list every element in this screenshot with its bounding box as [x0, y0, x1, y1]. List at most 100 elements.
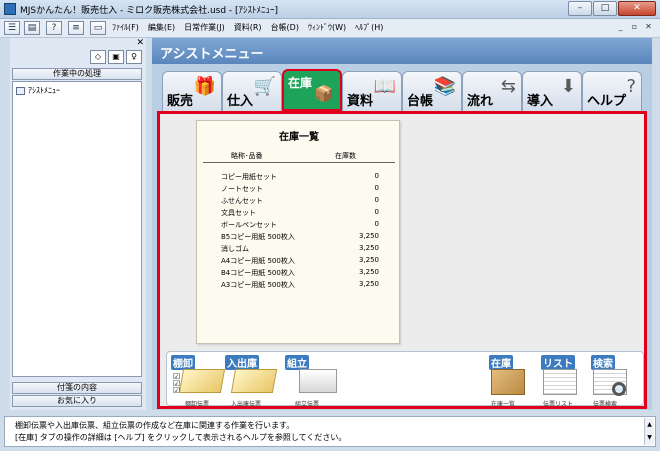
boxes-icon: 📦 — [314, 84, 334, 103]
eraser-icon[interactable]: ◇ — [90, 50, 106, 64]
window-icon[interactable]: ▭ — [90, 21, 106, 35]
tab-materials[interactable]: 📖 資料 — [342, 71, 402, 111]
inventory-row: ボールペンセット 0 — [197, 220, 401, 231]
inventory-row: ノートセット 0 — [197, 184, 401, 195]
mdi-minimize-button[interactable]: _ — [615, 22, 626, 33]
item-name: ふせんセット — [221, 197, 263, 205]
launcher-title: 入出庫 — [225, 355, 259, 370]
note-icon[interactable]: ▣ — [108, 50, 124, 64]
item-qty: 0 — [374, 196, 379, 204]
search-sheet-icon — [593, 369, 627, 396]
mdi-restore-button[interactable]: ▫ — [629, 22, 640, 33]
slip-icon — [178, 369, 226, 393]
tab-label: 資料 — [347, 94, 374, 109]
stocktake-launcher[interactable]: 棚卸 ☑ ☑ ☑ 棚卸伝票 — [171, 355, 226, 408]
assist-menu-panel: アシストメニュー 🎁 販売 🛒 仕入 在庫 📦 📖 資料 📚 台帳 ⇆ 流れ ⬇ — [152, 38, 652, 410]
inventory-list-launcher[interactable]: 在庫 在庫一覧 — [489, 355, 537, 408]
slip-search-launcher[interactable]: 検索 伝票検索 — [591, 355, 639, 408]
window-node-icon — [16, 86, 25, 95]
inventory-list-title: 在庫一覧 — [279, 132, 319, 143]
truck-slip-icon — [230, 369, 278, 393]
item-name: コピー用紙セット — [221, 173, 277, 181]
menu-help[interactable]: ﾍﾙﾌﾟ(H) — [355, 22, 383, 33]
books-icon: 📚 — [433, 76, 456, 97]
app-icon[interactable] — [4, 3, 16, 15]
item-name: ボールペンセット — [221, 221, 277, 229]
tab-inventory[interactable]: 在庫 📦 — [282, 69, 342, 111]
item-qty: 0 — [374, 220, 379, 228]
menu-bar: ☰ ▤ ? ≡ ▭ ﾌｧｲﾙ(F) 編集(E) 日常作業(J) 資料(R) 台帳… — [0, 19, 660, 38]
item-name: A3コピー用紙 500枚入 — [221, 281, 295, 289]
launcher-sub: 組立伝票 — [295, 401, 320, 408]
panel-title: アシストメニュー — [160, 47, 264, 62]
inventory-row: B5コピー用紙 500枚入 3,250 — [197, 232, 401, 243]
list-icon[interactable]: ≡ — [68, 21, 84, 35]
column-header-qty: 在庫数 — [335, 152, 356, 160]
document-icon[interactable]: ▤ — [24, 21, 40, 35]
launcher-bar: 棚卸 ☑☑☑ 棚卸伝票 入出庫 入出庫伝票 組立 組立伝票 在庫 在庫一覧 — [166, 351, 644, 408]
launcher-title: 組立 — [285, 355, 309, 370]
app-menu-icon[interactable]: ☰ — [4, 21, 20, 35]
tab-ledger[interactable]: 📚 台帳 — [402, 71, 462, 111]
in-out-launcher[interactable]: 入出庫 入出庫伝票 — [225, 355, 281, 408]
launcher-sub: 伝票検索 — [593, 401, 618, 408]
close-button[interactable]: ✕ — [618, 1, 656, 16]
slip-list-launcher[interactable]: リスト 伝票リスト — [541, 355, 589, 408]
inventory-row: B4コピー用紙 500枚入 3,250 — [197, 268, 401, 279]
inventory-row: コピー用紙セット 0 — [197, 172, 401, 183]
item-qty: 0 — [374, 184, 379, 192]
tab-sales[interactable]: 🎁 販売 — [162, 71, 222, 111]
tab-label: 台帳 — [407, 94, 434, 109]
tab-setup[interactable]: ⬇ 導入 — [522, 71, 582, 111]
maximize-button[interactable]: □ — [593, 1, 617, 16]
inventory-list-preview[interactable]: 在庫一覧 略称･品番 在庫数 コピー用紙セット 0 ノートセット 0 ふせんセット 0… — [196, 120, 400, 344]
tab-label: ヘルプ — [587, 94, 627, 109]
list-sheet-icon — [543, 369, 577, 395]
menu-window[interactable]: ｳｨﾝﾄﾞｳ(W) — [308, 22, 346, 33]
sidebar-header: 作業中の処理 — [12, 68, 142, 80]
assembly-launcher[interactable]: 組立 組立伝票 — [285, 355, 341, 408]
item-name: B4コピー用紙 500枚入 — [221, 269, 295, 277]
pin-icon[interactable]: ♀ — [126, 50, 142, 64]
sidebar-close-icon[interactable]: ✕ — [136, 38, 144, 48]
cart-icon: 🛒 — [253, 76, 276, 97]
menu-ledger[interactable]: 台帳(D) — [271, 22, 299, 33]
menu-items: ﾌｧｲﾙ(F) 編集(E) 日常作業(J) 資料(R) 台帳(D) ｳｨﾝﾄﾞｳ… — [112, 22, 383, 33]
mdi-close-button[interactable]: ✕ — [643, 22, 654, 33]
tree-item-label: ｱｼｽﾄﾒﾆｭｰ — [28, 86, 60, 95]
description-bar: 棚卸伝票や入出庫伝票、組立伝票の作成など在庫に関連する作業を行います。 [在庫]… — [4, 416, 656, 447]
sidebar: ✕ ◇ ▣ ♀ 作業中の処理 ｱｼｽﾄﾒﾆｭｰ 付箋の内容 お気に入り — [10, 38, 146, 410]
inventory-row: ふせんセット 0 — [197, 196, 401, 207]
help-icon[interactable]: ? — [46, 21, 62, 35]
description-scrollbar[interactable]: ▲ ▼ — [644, 418, 654, 445]
header-divider — [203, 162, 395, 163]
tab-help[interactable]: ? ヘルプ — [582, 71, 642, 111]
tab-label: 在庫 — [288, 76, 313, 90]
magnifier-icon — [612, 382, 626, 396]
launcher-title: リスト — [541, 355, 575, 370]
menu-file[interactable]: ﾌｧｲﾙ(F) — [112, 22, 139, 33]
window-controls: – □ ✕ — [568, 1, 656, 16]
window-title: MJSかんたん！販売仕入 - ミロク販売株式会社.usd - [ｱｼｽﾄﾒﾆｭｰ… — [20, 6, 279, 16]
tab-purchase[interactable]: 🛒 仕入 — [222, 71, 282, 111]
sticky-notes-button[interactable]: 付箋の内容 — [12, 382, 142, 394]
launcher-title: 棚卸 — [171, 355, 195, 370]
minimize-button[interactable]: – — [568, 1, 592, 16]
tab-flow[interactable]: ⇆ 流れ — [462, 71, 522, 111]
tab-label: 流れ — [467, 94, 494, 109]
item-qty: 3,250 — [358, 256, 379, 264]
menu-materials[interactable]: 資料(R) — [234, 22, 262, 33]
gift-icon: 🎁 — [193, 76, 216, 97]
item-qty: 3,250 — [358, 232, 379, 240]
flow-icon: ⇆ — [500, 76, 516, 97]
question-icon: ? — [626, 76, 636, 97]
panel-header: アシストメニュー — [152, 38, 652, 64]
inventory-row: 文具セット 0 — [197, 208, 401, 219]
title-bar: MJSかんたん！販売仕入 - ミロク販売株式会社.usd - [ｱｼｽﾄﾒﾆｭｰ… — [0, 0, 660, 19]
tab-label: 導入 — [527, 94, 554, 109]
menu-edit[interactable]: 編集(E) — [148, 22, 175, 33]
menu-daily-work[interactable]: 日常作業(J) — [184, 22, 225, 33]
favorites-button[interactable]: お気に入り — [12, 395, 142, 407]
sidebar-tools: ◇ ▣ ♀ — [90, 50, 142, 64]
tree-item-assist-menu[interactable]: ｱｼｽﾄﾒﾆｭｰ — [16, 85, 60, 96]
